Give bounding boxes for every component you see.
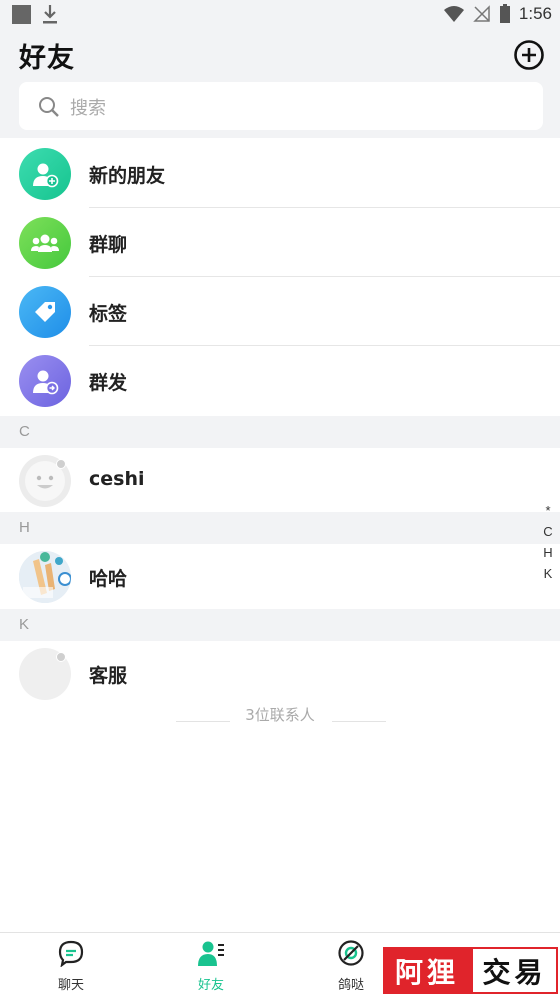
tab-label: 聊天 — [57, 978, 84, 993]
tab-friends[interactable]: 好友 — [171, 939, 251, 993]
group-chat-icon — [19, 217, 71, 269]
tab-label: 好友 — [197, 978, 224, 993]
section-header-c: C — [0, 416, 560, 448]
add-icon[interactable] — [513, 39, 545, 71]
contact-count: 3位联系人 — [0, 704, 560, 725]
section-header-h: H — [0, 512, 560, 544]
contact-name: 哈哈 — [89, 568, 128, 590]
section-letter: K — [19, 616, 30, 633]
battery-icon — [499, 4, 510, 23]
function-menu: 新的朋友 群聊 标签 群发 — [0, 139, 560, 415]
clock: 1:56 — [518, 4, 552, 23]
index-letter[interactable]: C — [540, 521, 556, 542]
section-header-k: K — [0, 609, 560, 641]
contact-name: 客服 — [89, 665, 128, 687]
chat-icon — [58, 940, 84, 968]
contact-count-text: 3位联系人 — [245, 706, 315, 724]
no-signal-icon — [473, 5, 490, 22]
divider — [332, 721, 386, 722]
index-letter[interactable]: * — [540, 500, 556, 521]
menu-broadcast[interactable]: 群发 — [0, 346, 560, 415]
index-letter[interactable]: K — [540, 563, 556, 584]
menu-new-friends[interactable]: 新的朋友 — [0, 139, 560, 208]
header: 好友 搜索 — [0, 28, 560, 138]
tag-icon — [19, 286, 71, 338]
menu-label: 群聊 — [89, 234, 128, 256]
section-letter: H — [19, 519, 30, 536]
menu-label: 群发 — [89, 372, 128, 394]
search-input[interactable]: 搜索 — [19, 82, 543, 130]
watermark-left: 阿狸 — [383, 947, 471, 994]
menu-label: 标签 — [89, 303, 128, 325]
search-icon — [39, 97, 59, 117]
index-letter[interactable]: H — [540, 542, 556, 563]
wifi-icon — [443, 6, 464, 22]
notification-icon — [12, 5, 31, 24]
add-friend-icon — [19, 148, 71, 200]
divider — [176, 721, 230, 722]
tab-chat[interactable]: 聊天 — [31, 939, 111, 993]
watermark-right: 交易 — [471, 947, 558, 994]
download-icon — [43, 5, 57, 24]
contact-item[interactable]: 哈哈 — [0, 544, 560, 608]
status-dot — [56, 459, 66, 469]
contact-item[interactable]: 客服 — [0, 641, 560, 705]
alphabet-index[interactable]: * C H K — [540, 500, 556, 584]
section-letter: C — [19, 423, 30, 440]
menu-group-chat[interactable]: 群聊 — [0, 208, 560, 277]
avatar — [19, 551, 71, 603]
broadcast-icon — [19, 355, 71, 407]
friends-icon — [198, 941, 224, 966]
tab-label: 鸽哒 — [337, 978, 364, 993]
status-bar: 1:56 — [0, 0, 560, 28]
menu-label: 新的朋友 — [89, 165, 166, 187]
page-title: 好友 — [19, 43, 75, 74]
discover-icon — [338, 940, 364, 966]
search-placeholder: 搜索 — [70, 98, 106, 119]
tab-discover[interactable]: 鸽哒 — [311, 939, 391, 993]
watermark-logo: 阿狸 交易 — [383, 947, 558, 994]
menu-tags[interactable]: 标签 — [0, 277, 560, 346]
status-dot — [56, 652, 66, 662]
contact-name: ceshi — [89, 468, 145, 490]
contact-item[interactable]: ceshi — [0, 448, 560, 512]
